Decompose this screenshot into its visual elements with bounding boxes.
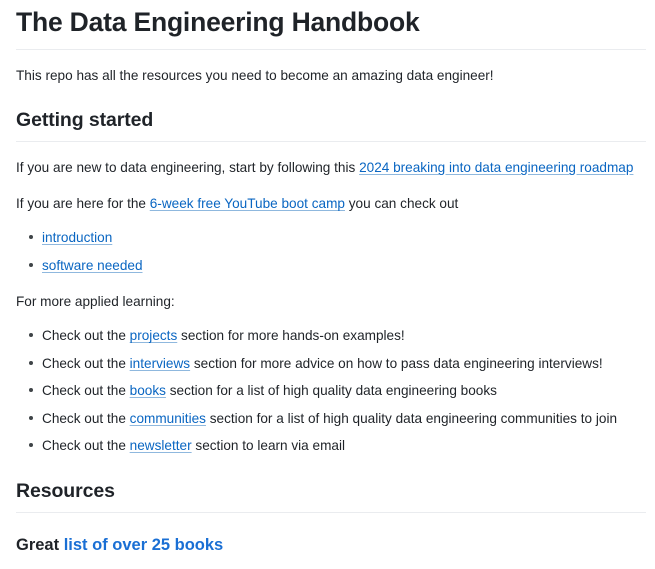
list-item: Check out the projects section for more … (29, 325, 645, 346)
list-item: introduction (29, 227, 645, 248)
subsection-heading-great-books: Great list of over 25 books (16, 535, 645, 556)
newsletter-link[interactable]: newsletter (130, 438, 192, 453)
list-item: Check out the books section for a list o… (29, 380, 645, 401)
section-heading-getting-started: Getting started (16, 108, 646, 143)
bootcamp-link[interactable]: 6-week free YouTube boot camp (150, 196, 345, 211)
item-suffix: section for a list of high quality data … (205, 410, 618, 426)
bootcamp-paragraph: If you are here for the 6-week free YouT… (16, 193, 645, 214)
intro-paragraph: This repo has all the resources you need… (16, 67, 494, 83)
list-item: Check out the newsletter section to lear… (29, 435, 645, 456)
item-suffix: section to learn via email (191, 438, 346, 454)
roadmap-link[interactable]: 2024 breaking into data engineering road… (359, 160, 633, 175)
books-link[interactable]: books (130, 383, 166, 398)
quick-links-list: introduction software needed (16, 227, 645, 276)
item-prefix: Check out the (42, 355, 130, 371)
roadmap-text-prefix: If you are new to data engineering, star… (16, 160, 360, 176)
item-suffix: section for more advice on how to pass d… (190, 355, 603, 371)
bootcamp-text-suffix: you can check out (344, 196, 459, 212)
list-item: Check out the interviews section for mor… (29, 353, 645, 374)
bootcamp-text-prefix: If you are here for the (16, 196, 150, 212)
list-item: Check out the communities section for a … (29, 408, 645, 429)
software-needed-link[interactable]: software needed (42, 258, 143, 273)
interviews-link[interactable]: interviews (130, 356, 190, 371)
applied-learning-intro: For more applied learning: (16, 294, 175, 310)
item-prefix: Check out the (42, 410, 130, 426)
item-suffix: section for a list of high quality data … (165, 383, 497, 399)
list-item: software needed (29, 255, 645, 276)
book-list-link[interactable]: list of over 25 books (64, 536, 224, 554)
introduction-link[interactable]: introduction (42, 230, 112, 245)
page-title: The Data Engineering Handbook (16, 6, 646, 50)
applied-learning-list: Check out the projects section for more … (16, 325, 645, 456)
roadmap-paragraph: If you are new to data engineering, star… (16, 157, 645, 178)
section-heading-resources: Resources (16, 479, 646, 514)
great-prefix: Great (16, 536, 64, 555)
item-prefix: Check out the (42, 328, 130, 344)
item-prefix: Check out the (42, 383, 130, 399)
readme-content: The Data Engineering Handbook This repo … (0, 6, 655, 569)
item-suffix: section for more hands-on examples! (177, 328, 405, 344)
communities-link[interactable]: communities (130, 411, 206, 426)
projects-link[interactable]: projects (130, 328, 178, 343)
item-prefix: Check out the (42, 438, 130, 454)
